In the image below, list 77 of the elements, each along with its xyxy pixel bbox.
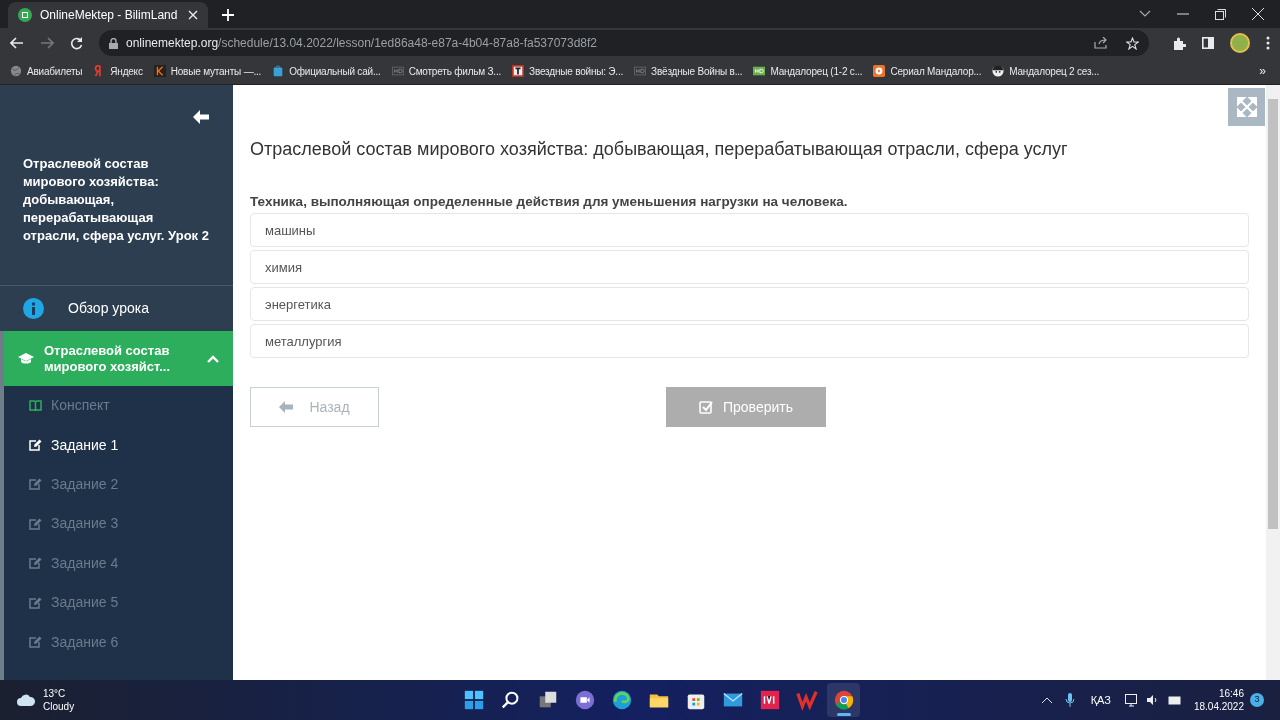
info-icon (23, 298, 44, 319)
logo-icon (153, 65, 166, 77)
clock-time[interactable]: 16:46 (1218, 687, 1244, 700)
lesson-overview-item[interactable]: Обзор урока (0, 286, 233, 331)
notification-badge[interactable]: 3 (1250, 693, 1264, 707)
temperature: 13°C (43, 687, 67, 700)
answer-option[interactable]: энергетика (250, 287, 1249, 322)
speaker-icon[interactable] (1145, 694, 1158, 706)
edit-icon (29, 636, 42, 649)
bookmark-item[interactable]: Мандалорец (1-2 с... (753, 63, 863, 79)
lesson-title: Отраслевой состав мирового хозяйства: добывающая, перерабатывающая отрасли, сфера услуг. Урок 2 (23, 155, 210, 245)
cloud-icon (16, 693, 36, 707)
bookmark-item[interactable]: Сериал Мандалор... (873, 63, 982, 79)
microphone-icon[interactable] (1064, 692, 1075, 708)
bookmark-item[interactable]: Звездные войны: Э... (512, 63, 624, 79)
clock-date[interactable]: 18.04.2022 (1193, 700, 1244, 713)
answer-option[interactable]: металлургия (250, 324, 1249, 359)
face-icon (992, 65, 1005, 77)
tab-title: OnlineMektep - BilimLand (40, 7, 179, 24)
edit-icon (29, 517, 42, 530)
edit-icon (29, 478, 42, 491)
logo-icon (512, 65, 525, 77)
address-bar[interactable]: onlinemektep.org/schedule/13.04.2022/lesson/1ed86a48-e87a-4b04-87a8-fa537073d8f2 (99, 30, 1149, 56)
play-icon (873, 65, 886, 77)
close-icon[interactable] (1252, 8, 1264, 20)
chevron-down-icon[interactable] (1139, 10, 1151, 18)
bookmark-item[interactable]: Смотреть фильм З... (391, 63, 502, 79)
caret-icon (207, 354, 219, 363)
question-text: Техника, выполняющая определенные действия для уменьшения нагрузки на человека. (250, 193, 849, 211)
kebab-menu-icon[interactable] (1266, 36, 1270, 50)
profile-avatar-icon[interactable] (1230, 33, 1250, 53)
back-arrow-icon[interactable] (10, 37, 24, 49)
star-icon[interactable] (1126, 36, 1139, 50)
puzzle-icon[interactable] (1173, 36, 1186, 50)
hd-icon (753, 65, 766, 77)
reload-icon[interactable] (70, 36, 83, 50)
left-arrow-icon (279, 401, 294, 414)
site-favicon-icon (18, 8, 32, 22)
lesson-nav-item[interactable]: Задание 1 (4, 425, 233, 465)
lesson-heading: Отраслевой состав мирового хозяйства: добывающая, перерабатывающая отрасли, сфера услуг (250, 138, 1069, 160)
lock-icon (109, 37, 118, 49)
restore-icon[interactable] (1215, 8, 1226, 20)
hd-icon (391, 65, 404, 77)
graduation-cap-icon (18, 352, 34, 365)
checkbox-icon (699, 400, 713, 415)
back-arrow-icon[interactable] (192, 109, 210, 125)
close-icon[interactable] (188, 10, 198, 20)
url-path: /schedule/13.04.2022/lesson/1ed86a48-e87a-4b04-87a8-fa537073d8f2 (218, 35, 598, 52)
chrome-icon[interactable] (827, 683, 861, 717)
edit-icon (29, 439, 42, 452)
bookmark-item[interactable]: Новые мутанты —... (153, 63, 262, 79)
more-bookmarks-button[interactable]: » (1259, 62, 1266, 80)
bookmark-item[interactable]: Официальный сай... (272, 63, 381, 79)
bookmark-item[interactable]: Авиабилеты (10, 63, 83, 79)
new-tab-icon[interactable] (222, 9, 234, 21)
bag-icon (272, 65, 285, 77)
edit-icon (29, 557, 42, 570)
language-indicator[interactable]: ҚАЗ (1090, 691, 1111, 709)
network-icon[interactable] (1124, 693, 1140, 707)
bookmark-item[interactable]: Яндекс (93, 63, 143, 79)
battery-icon[interactable] (1167, 695, 1182, 705)
bookmark-item[interactable]: Мандалорец 2 сез... (992, 63, 1100, 79)
book-icon (29, 400, 42, 412)
side-panel-icon[interactable] (1202, 37, 1214, 49)
globe-icon (10, 65, 22, 77)
answer-option[interactable]: машины (250, 213, 1249, 248)
url-host: onlinemektep.org (126, 35, 219, 52)
forward-arrow-icon[interactable] (40, 37, 54, 49)
scrollbar-thumb[interactable] (1268, 99, 1278, 529)
weather-condition: Cloudy (43, 700, 75, 713)
edit-icon (29, 596, 42, 609)
answer-option[interactable]: химия (250, 250, 1249, 285)
bookmark-item[interactable]: Звёздные Войны в... (634, 63, 743, 79)
hd-icon (634, 65, 647, 77)
browser-tab[interactable]: OnlineMektep - BilimLand (8, 2, 208, 28)
share-icon[interactable] (1094, 37, 1108, 49)
chevron-up-icon[interactable] (1040, 696, 1053, 704)
